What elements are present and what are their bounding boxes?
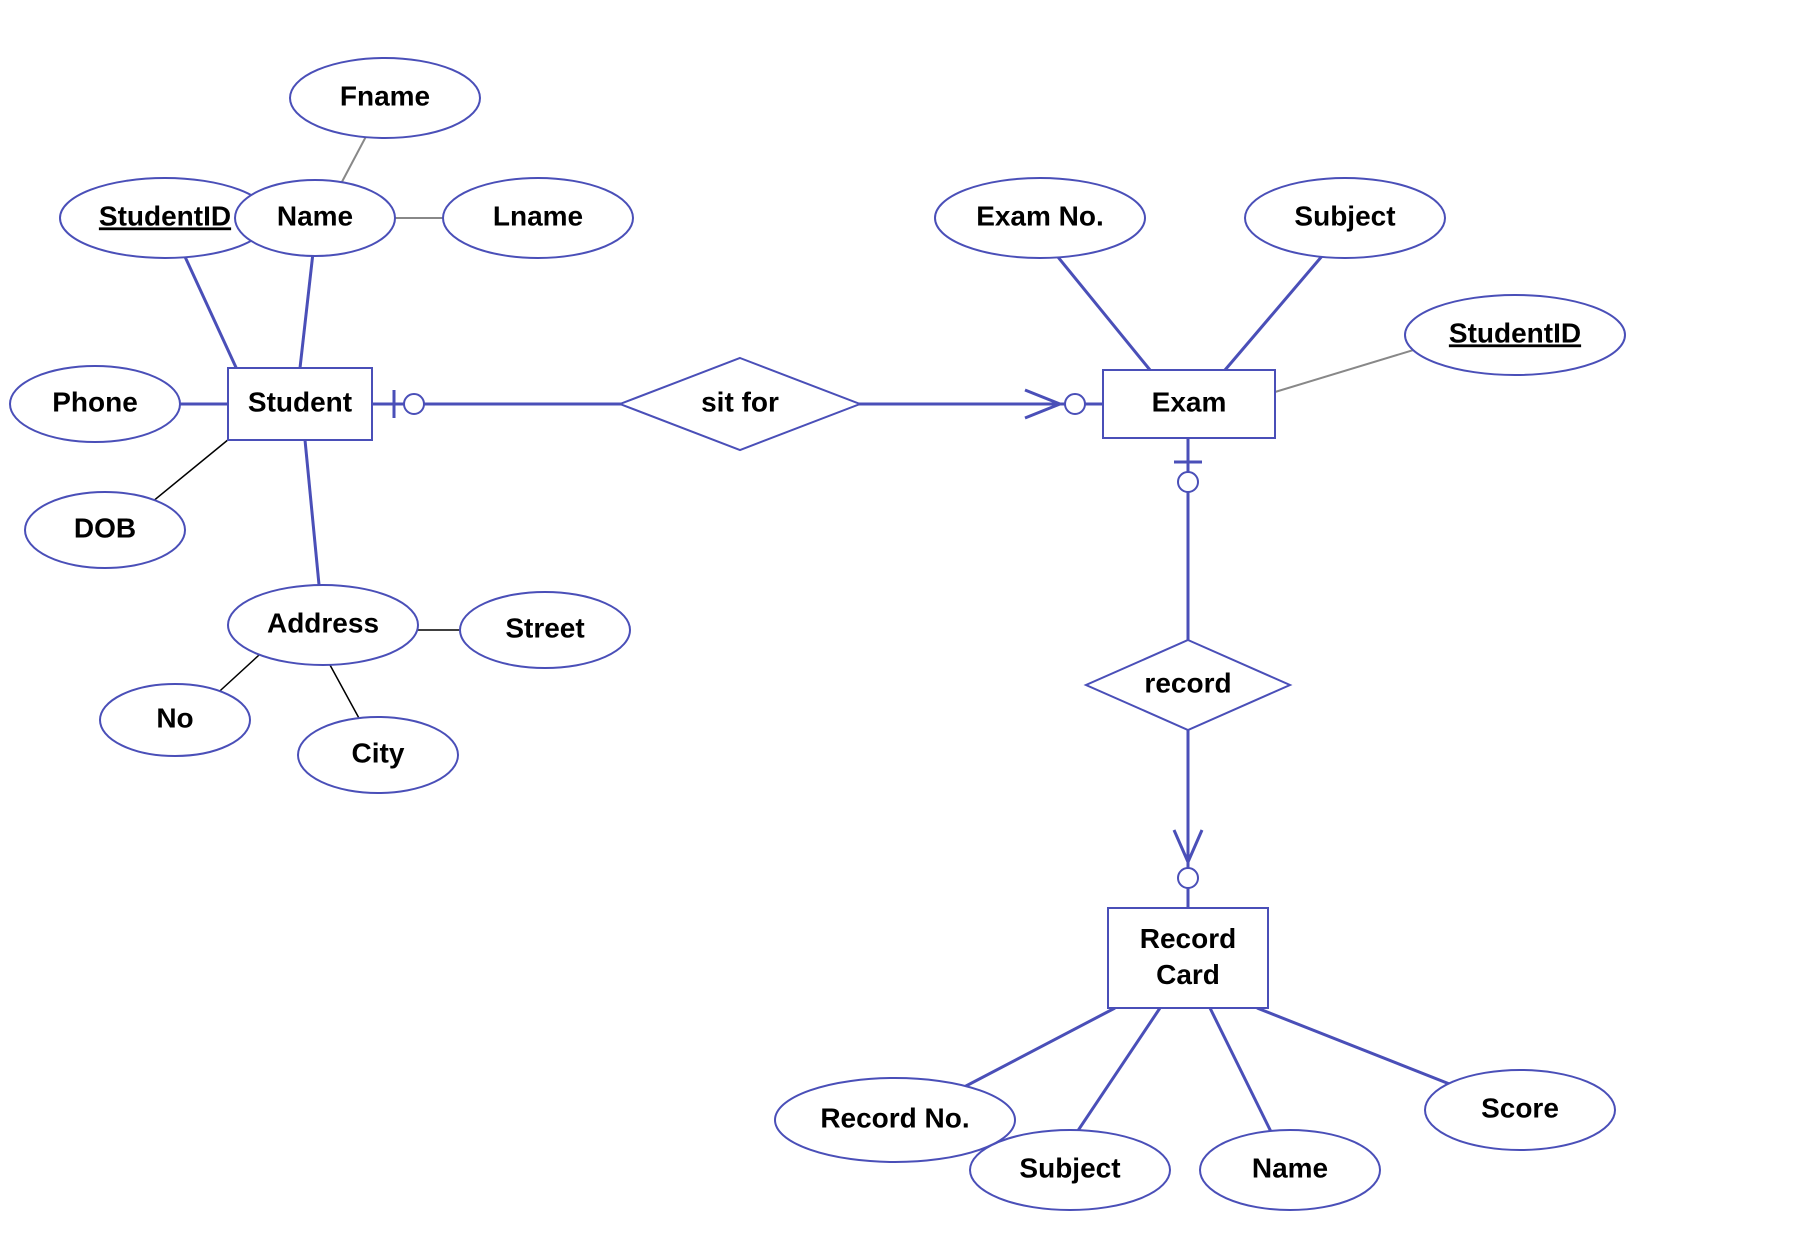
attr-subject-rc-label: Subject [1019,1152,1120,1183]
edge-address-city [330,665,360,720]
card-student-circle [404,394,424,414]
attr-name-rc-label: Name [1252,1152,1328,1183]
attr-dob-label: DOB [74,512,136,543]
rel-sit-for-label: sit for [701,386,779,417]
edge-rc-name [1210,1008,1280,1150]
attr-lname-label: Lname [493,200,583,231]
rel-record-label: record [1144,667,1231,698]
attr-subject-exam-label: Subject [1294,200,1395,231]
attr-address-label: Address [267,607,379,638]
entity-student-label: Student [248,386,352,417]
attr-score-label: Score [1481,1092,1559,1123]
entity-record-card-label-2: Card [1156,959,1220,990]
attr-city-label: City [352,737,405,768]
attr-exam-student-id-label: StudentID [1449,317,1581,348]
attr-record-no-label: Record No. [820,1102,969,1133]
entity-record-card-label-1: Record [1140,923,1236,954]
er-diagram-canvas: Fname StudentID Name Lname Phone DOB Add… [0,0,1800,1250]
card-exam-bottom-circle [1178,472,1198,492]
attr-student-id-label: StudentID [99,200,231,231]
attr-phone-label: Phone [52,386,138,417]
edge-rc-subject [1065,1008,1160,1150]
attr-exam-no-label: Exam No. [976,200,1104,231]
attr-name-label: Name [277,200,353,231]
attr-no-label: No [156,702,193,733]
edge-exam-studentid [1275,345,1430,392]
edge-student-address [305,440,320,595]
attr-fname-label: Fname [340,80,430,111]
attr-street-label: Street [505,612,584,643]
entity-exam-label: Exam [1152,386,1227,417]
